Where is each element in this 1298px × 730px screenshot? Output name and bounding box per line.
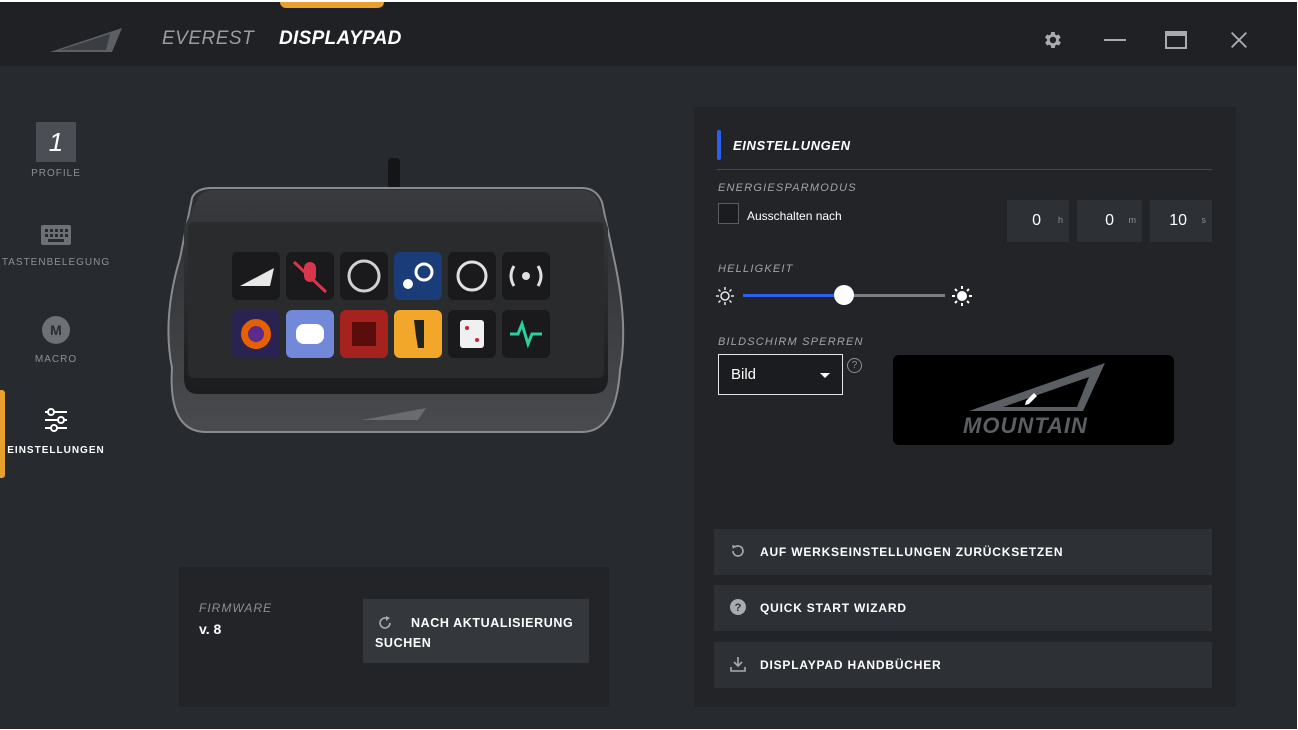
- minimize-button[interactable]: [1099, 24, 1131, 56]
- quick-start-wizard-label: QUICK START WIZARD: [760, 601, 907, 615]
- sidebar-item-einstellungen[interactable]: EINSTELLUNGEN: [0, 406, 112, 456]
- keyboard-icon: [0, 224, 112, 251]
- mountain-logo-icon: [50, 24, 124, 57]
- download-icon: [730, 656, 746, 677]
- gear-icon: [1041, 29, 1063, 51]
- sidebar-item-label: EINSTELLUNGEN: [7, 445, 105, 456]
- section-accent: [717, 130, 721, 160]
- profile-number-badge: 1: [36, 122, 76, 162]
- seconds-unit: s: [1201, 215, 1207, 225]
- sidebar-item-macro[interactable]: M MACRO: [0, 316, 112, 365]
- tab-everest[interactable]: EVEREST: [162, 28, 254, 50]
- sidebar-item-label: TASTENBELEGUNG: [1, 257, 111, 268]
- sidebar-item-label: PROFILE: [31, 168, 81, 179]
- lock-screen-select[interactable]: Bild: [718, 354, 843, 395]
- seconds-input[interactable]: 10 s: [1150, 200, 1212, 242]
- svg-text:?: ?: [735, 602, 742, 614]
- maximize-icon: [1164, 28, 1188, 52]
- sidebar-item-profile[interactable]: 1 PROFILE: [0, 122, 112, 179]
- macro-icon: M: [42, 316, 70, 344]
- settings-title: EINSTELLUNGEN: [733, 138, 851, 153]
- manuals-button[interactable]: DISPLAYPAD HANDBÜCHER: [714, 642, 1212, 688]
- close-icon: [1228, 29, 1250, 51]
- help-icon: ?: [730, 599, 746, 620]
- hours-value: 0: [1032, 212, 1041, 229]
- lock-screen-label: BILDSCHIRM SPERREN: [718, 336, 864, 348]
- check-update-label: NACH AKTUALISIERUNG SUCHEN: [375, 616, 574, 650]
- minutes-value: 0: [1105, 212, 1114, 229]
- energy-saving-label: ENERGIESPARMODUS: [718, 182, 857, 194]
- brightness-label: HELLIGKEIT: [718, 263, 794, 275]
- help-icon[interactable]: ?: [847, 358, 862, 373]
- tab-displaypad[interactable]: DISPLAYPAD: [279, 28, 402, 50]
- brightness-high-icon: [952, 286, 972, 311]
- settings-gear-button[interactable]: [1036, 24, 1068, 56]
- sidebar-item-tastenbelegung[interactable]: TASTENBELEGUNG: [0, 224, 112, 268]
- factory-reset-label: AUF WERKSEINSTELLUNGEN ZURÜCKSETZEN: [760, 545, 1064, 559]
- firmware-label: FIRMWARE: [199, 601, 273, 615]
- sidebar: 1 PROFILE TASTENBELEGUNG M MACRO EINSTEL…: [0, 66, 112, 729]
- settings-panel: EINSTELLUNGEN ENERGIESPARMODUS Ausschalt…: [694, 107, 1236, 707]
- firmware-panel: FIRMWARE v. 8 NACH AKTUALISIERUNG SUCHEN: [179, 567, 609, 707]
- app-window: EVEREST DISPLAYPAD 1 PROFILE TASTENBELEG…: [0, 2, 1297, 729]
- title-bar: EVEREST DISPLAYPAD: [0, 2, 1297, 66]
- shutdown-after-checkbox[interactable]: [718, 203, 739, 224]
- minutes-input[interactable]: 0 m: [1077, 200, 1142, 242]
- brightness-slider-fill: [743, 294, 844, 297]
- minutes-unit: m: [1128, 215, 1137, 225]
- hours-unit: h: [1057, 215, 1063, 225]
- brightness-slider-knob[interactable]: [834, 285, 854, 305]
- close-button[interactable]: [1223, 24, 1255, 56]
- brightness-low-icon: [716, 287, 734, 310]
- factory-reset-button[interactable]: AUF WERKSEINSTELLUNGEN ZURÜCKSETZEN: [714, 529, 1212, 575]
- check-update-button[interactable]: NACH AKTUALISIERUNG SUCHEN: [363, 599, 589, 663]
- lock-screen-selected: Bild: [731, 366, 757, 383]
- chevron-down-icon: [820, 373, 830, 378]
- seconds-value: 10: [1169, 212, 1187, 229]
- sliders-icon: [0, 406, 112, 439]
- manuals-label: DISPLAYPAD HANDBÜCHER: [760, 658, 942, 672]
- reset-icon: [730, 543, 746, 564]
- firmware-version: v. 8: [199, 621, 222, 637]
- active-tab-indicator: [280, 2, 384, 8]
- lock-screen-image-preview[interactable]: MOUNTAIN: [893, 355, 1174, 445]
- shutdown-after-label: Ausschalten nach: [747, 209, 842, 223]
- maximize-button[interactable]: [1160, 24, 1192, 56]
- edit-pencil-icon: [1023, 391, 1039, 412]
- brightness-slider[interactable]: [743, 285, 945, 305]
- lock-screen-preview-text: MOUNTAIN: [963, 413, 1088, 438]
- minimize-icon: [1103, 28, 1127, 52]
- displaypad-device-image: [162, 158, 626, 439]
- hours-input[interactable]: 0 h: [1007, 200, 1069, 242]
- divider: [717, 169, 1212, 170]
- sidebar-item-label: MACRO: [34, 354, 78, 365]
- quick-start-wizard-button[interactable]: ? QUICK START WIZARD: [714, 585, 1212, 631]
